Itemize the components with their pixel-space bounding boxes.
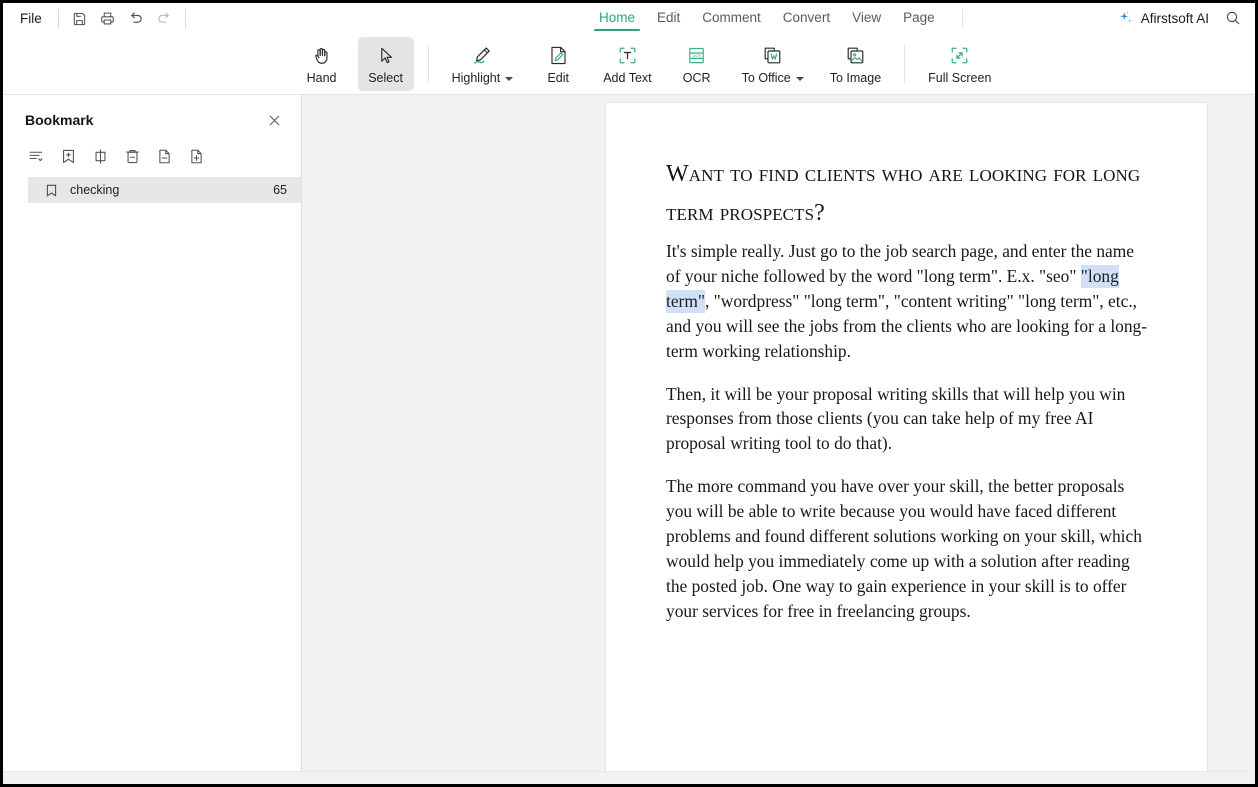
toolbar-divider-2	[184, 8, 186, 28]
tab-page[interactable]: Page	[892, 6, 946, 31]
document-heading: Want to find clients who are looking for…	[666, 161, 1141, 226]
edit-tool-button[interactable]: Edit	[530, 37, 586, 91]
paragraph-1-text-before: It's simple really. Just go to the job s…	[666, 241, 1135, 286]
application-window: File Home Edit Comment Convert View Page…	[0, 0, 1258, 787]
bottom-status-strip	[3, 771, 1255, 784]
svg-text:OCR: OCR	[692, 53, 701, 58]
full-screen-button[interactable]: Full Screen	[919, 37, 1000, 91]
hand-tool-label: Hand	[306, 70, 337, 85]
select-tool-button[interactable]: Select	[357, 36, 414, 91]
chevron-down-icon[interactable]	[505, 76, 514, 81]
bookmark-icon	[40, 183, 62, 198]
afirstsoft-ai-button[interactable]: Afirstsoft AI	[1112, 7, 1215, 30]
main-body: Bookmark checking 65 Want to find client…	[3, 95, 1255, 783]
to-image-icon	[844, 44, 867, 68]
document-paragraph-2: Then, it will be your proposal writing s…	[666, 383, 1126, 454]
ocr-tool-label: OCR	[682, 70, 711, 85]
to-image-tool-label: To Image	[829, 70, 882, 85]
tab-home[interactable]: Home	[588, 6, 646, 31]
sparkle-icon	[1118, 10, 1135, 27]
full-screen-label: Full Screen	[928, 70, 992, 85]
bookmark-item-label: checking	[70, 183, 120, 197]
bookmark-panel-header: Bookmark	[3, 95, 301, 135]
ribbon-tabs: Home Edit Comment Convert View Page	[588, 3, 975, 33]
ai-and-search-area: Afirstsoft AI	[1112, 3, 1247, 33]
file-menu-button[interactable]: File	[11, 8, 51, 29]
hand-tool-button[interactable]: Hand	[294, 37, 350, 91]
bookmark-list: checking 65	[3, 177, 301, 203]
add-text-icon	[616, 44, 639, 68]
ribbon-divider-2	[904, 44, 906, 83]
undo-icon[interactable]	[122, 6, 150, 30]
add-text-tool-button[interactable]: Add Text	[594, 37, 660, 91]
document-paragraph-3: The more command you have over your skil…	[666, 476, 1142, 621]
delete-bookmark-icon[interactable]	[121, 145, 143, 167]
edit-document-icon	[547, 44, 570, 68]
expand-bookmark-icon[interactable]	[89, 145, 111, 167]
to-office-tool-label: To Office	[742, 71, 804, 85]
highlight-label-text: Highlight	[451, 70, 501, 85]
full-screen-icon	[948, 44, 971, 68]
to-office-icon	[761, 44, 784, 68]
to-office-tool-button[interactable]: To Office	[733, 37, 813, 91]
search-icon[interactable]	[1219, 6, 1247, 30]
tab-convert[interactable]: Convert	[772, 6, 841, 31]
bookmark-item-checking[interactable]: checking 65	[28, 177, 301, 203]
ribbon-toolbar: Hand Select Highlight Edit Add Text OCR …	[3, 33, 1255, 95]
tab-view[interactable]: View	[841, 6, 892, 31]
highlight-tool-button[interactable]: Highlight	[443, 37, 523, 91]
collapse-all-icon[interactable]	[25, 145, 47, 167]
chevron-down-icon-2[interactable]	[795, 76, 804, 81]
page-add-icon[interactable]	[185, 145, 207, 167]
redo-icon[interactable]	[150, 6, 178, 30]
to-image-tool-button[interactable]: To Image	[821, 37, 890, 91]
ribbon-divider-1	[427, 44, 429, 83]
highlight-pen-icon	[470, 44, 494, 68]
toolbar-divider	[57, 8, 59, 28]
pdf-page[interactable]: Want to find clients who are looking for…	[606, 103, 1207, 775]
ocr-tool-button[interactable]: OCR OCR	[669, 37, 725, 91]
tab-comment[interactable]: Comment	[691, 6, 772, 31]
select-tool-label: Select	[368, 70, 403, 85]
title-menu-bar: File Home Edit Comment Convert View Page…	[3, 3, 1255, 33]
page-remove-icon[interactable]	[153, 145, 175, 167]
print-icon[interactable]	[94, 6, 122, 30]
save-icon[interactable]	[66, 6, 94, 30]
add-bookmark-icon[interactable]	[57, 145, 79, 167]
tabs-divider	[961, 9, 963, 27]
ai-label: Afirstsoft AI	[1140, 10, 1209, 26]
bookmark-item-page: 65	[273, 183, 287, 197]
edit-tool-label: Edit	[547, 70, 569, 85]
pdf-viewer[interactable]: Want to find clients who are looking for…	[302, 95, 1255, 783]
bookmark-panel-title: Bookmark	[25, 112, 94, 128]
document-content: Want to find clients who are looking for…	[606, 103, 1207, 624]
hand-icon	[311, 44, 333, 68]
tab-edit[interactable]: Edit	[646, 6, 691, 31]
close-icon[interactable]	[263, 109, 285, 131]
ocr-icon: OCR	[685, 44, 708, 68]
paragraph-1-text-after: , "wordpress" "long term", "content writ…	[666, 290, 1148, 361]
document-paragraph-1: It's simple really. Just go to the job s…	[666, 239, 1149, 364]
bookmark-sidebar: Bookmark checking 65	[3, 95, 302, 783]
highlight-tool-label: Highlight	[452, 71, 514, 85]
add-text-tool-label: Add Text	[603, 70, 652, 85]
to-office-label-text: To Office	[741, 70, 791, 85]
cursor-arrow-icon	[375, 44, 397, 68]
bookmark-toolbar	[3, 135, 301, 177]
